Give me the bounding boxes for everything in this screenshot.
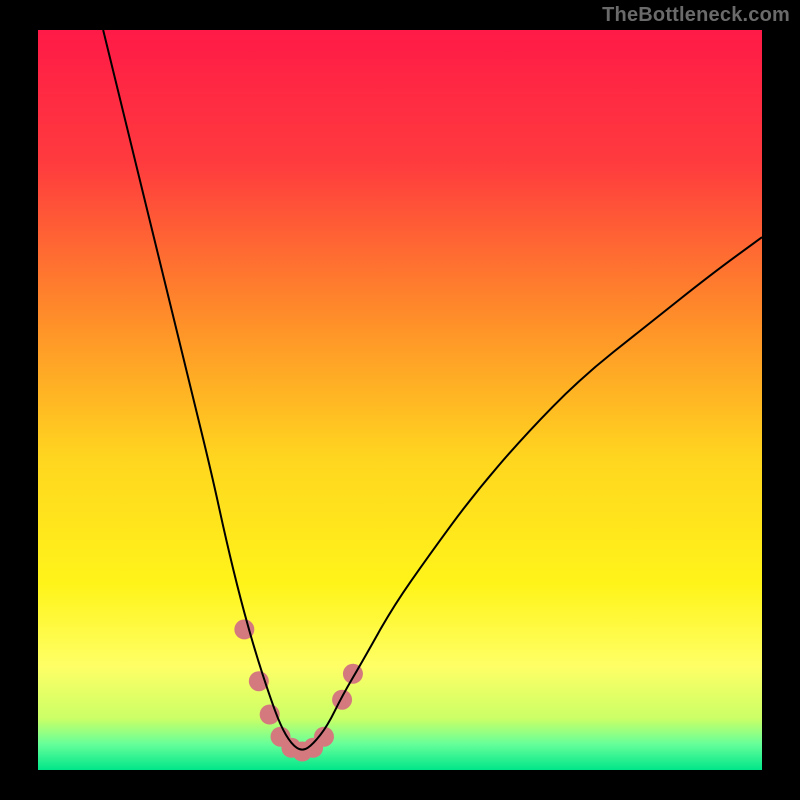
chart-svg: [0, 0, 800, 800]
plot-background: [38, 30, 762, 770]
watermark-text: TheBottleneck.com: [602, 4, 790, 27]
valley-marker: [332, 690, 352, 710]
chart-stage: TheBottleneck.com: [0, 0, 800, 800]
